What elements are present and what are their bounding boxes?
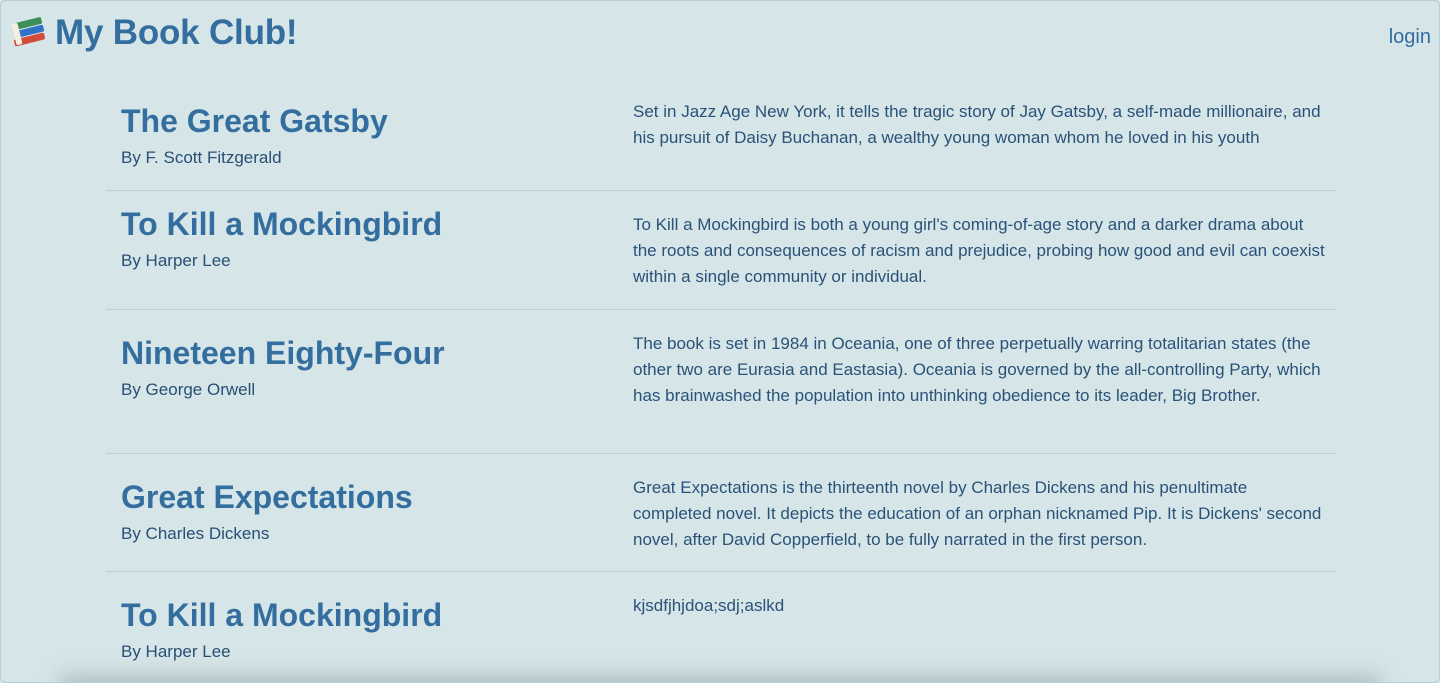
book-title[interactable]: Great Expectations [121, 478, 413, 516]
books-icon [11, 16, 46, 49]
book-item: Nineteen Eighty-Four By George Orwell Th… [106, 310, 1336, 454]
book-description: The book is set in 1984 in Oceania, one … [633, 334, 1321, 406]
brand-link[interactable]: My Book Club! [11, 13, 298, 53]
header: My Book Club! login [1, 1, 1439, 71]
book-title[interactable]: Nineteen Eighty-Four [121, 334, 445, 372]
book-item: To Kill a Mockingbird By Harper Lee kjsd… [106, 572, 1336, 682]
book-title[interactable]: The Great Gatsby [121, 102, 388, 140]
login-link[interactable]: login [1389, 26, 1431, 49]
book-title[interactable]: To Kill a Mockingbird [121, 205, 442, 243]
book-item: Great Expectations By Charles Dickens Gr… [106, 454, 1336, 572]
book-title[interactable]: To Kill a Mockingbird [121, 596, 442, 634]
book-description: kjsdfjhjdoa;sdj;aslkd [633, 596, 785, 615]
book-author: By Harper Lee [121, 251, 231, 270]
bottom-shadow [61, 676, 1379, 682]
page: My Book Club! login The Great Gatsby By … [0, 0, 1440, 683]
book-description: Set in Jazz Age New York, it tells the t… [633, 102, 1321, 148]
book-item: To Kill a Mockingbird By Harper Lee To K… [106, 191, 1336, 310]
book-author: By Harper Lee [121, 642, 231, 661]
book-list: The Great Gatsby By F. Scott Fitzgerald … [106, 88, 1336, 682]
book-author: By F. Scott Fitzgerald [121, 148, 282, 167]
book-description: To Kill a Mockingbird is both a young gi… [633, 215, 1325, 287]
book-author: By Charles Dickens [121, 524, 270, 543]
book-author: By George Orwell [121, 380, 256, 399]
book-description: Great Expectations is the thirteenth nov… [633, 478, 1322, 550]
book-item: The Great Gatsby By F. Scott Fitzgerald … [106, 88, 1336, 191]
brand-title: My Book Club! [55, 13, 298, 52]
